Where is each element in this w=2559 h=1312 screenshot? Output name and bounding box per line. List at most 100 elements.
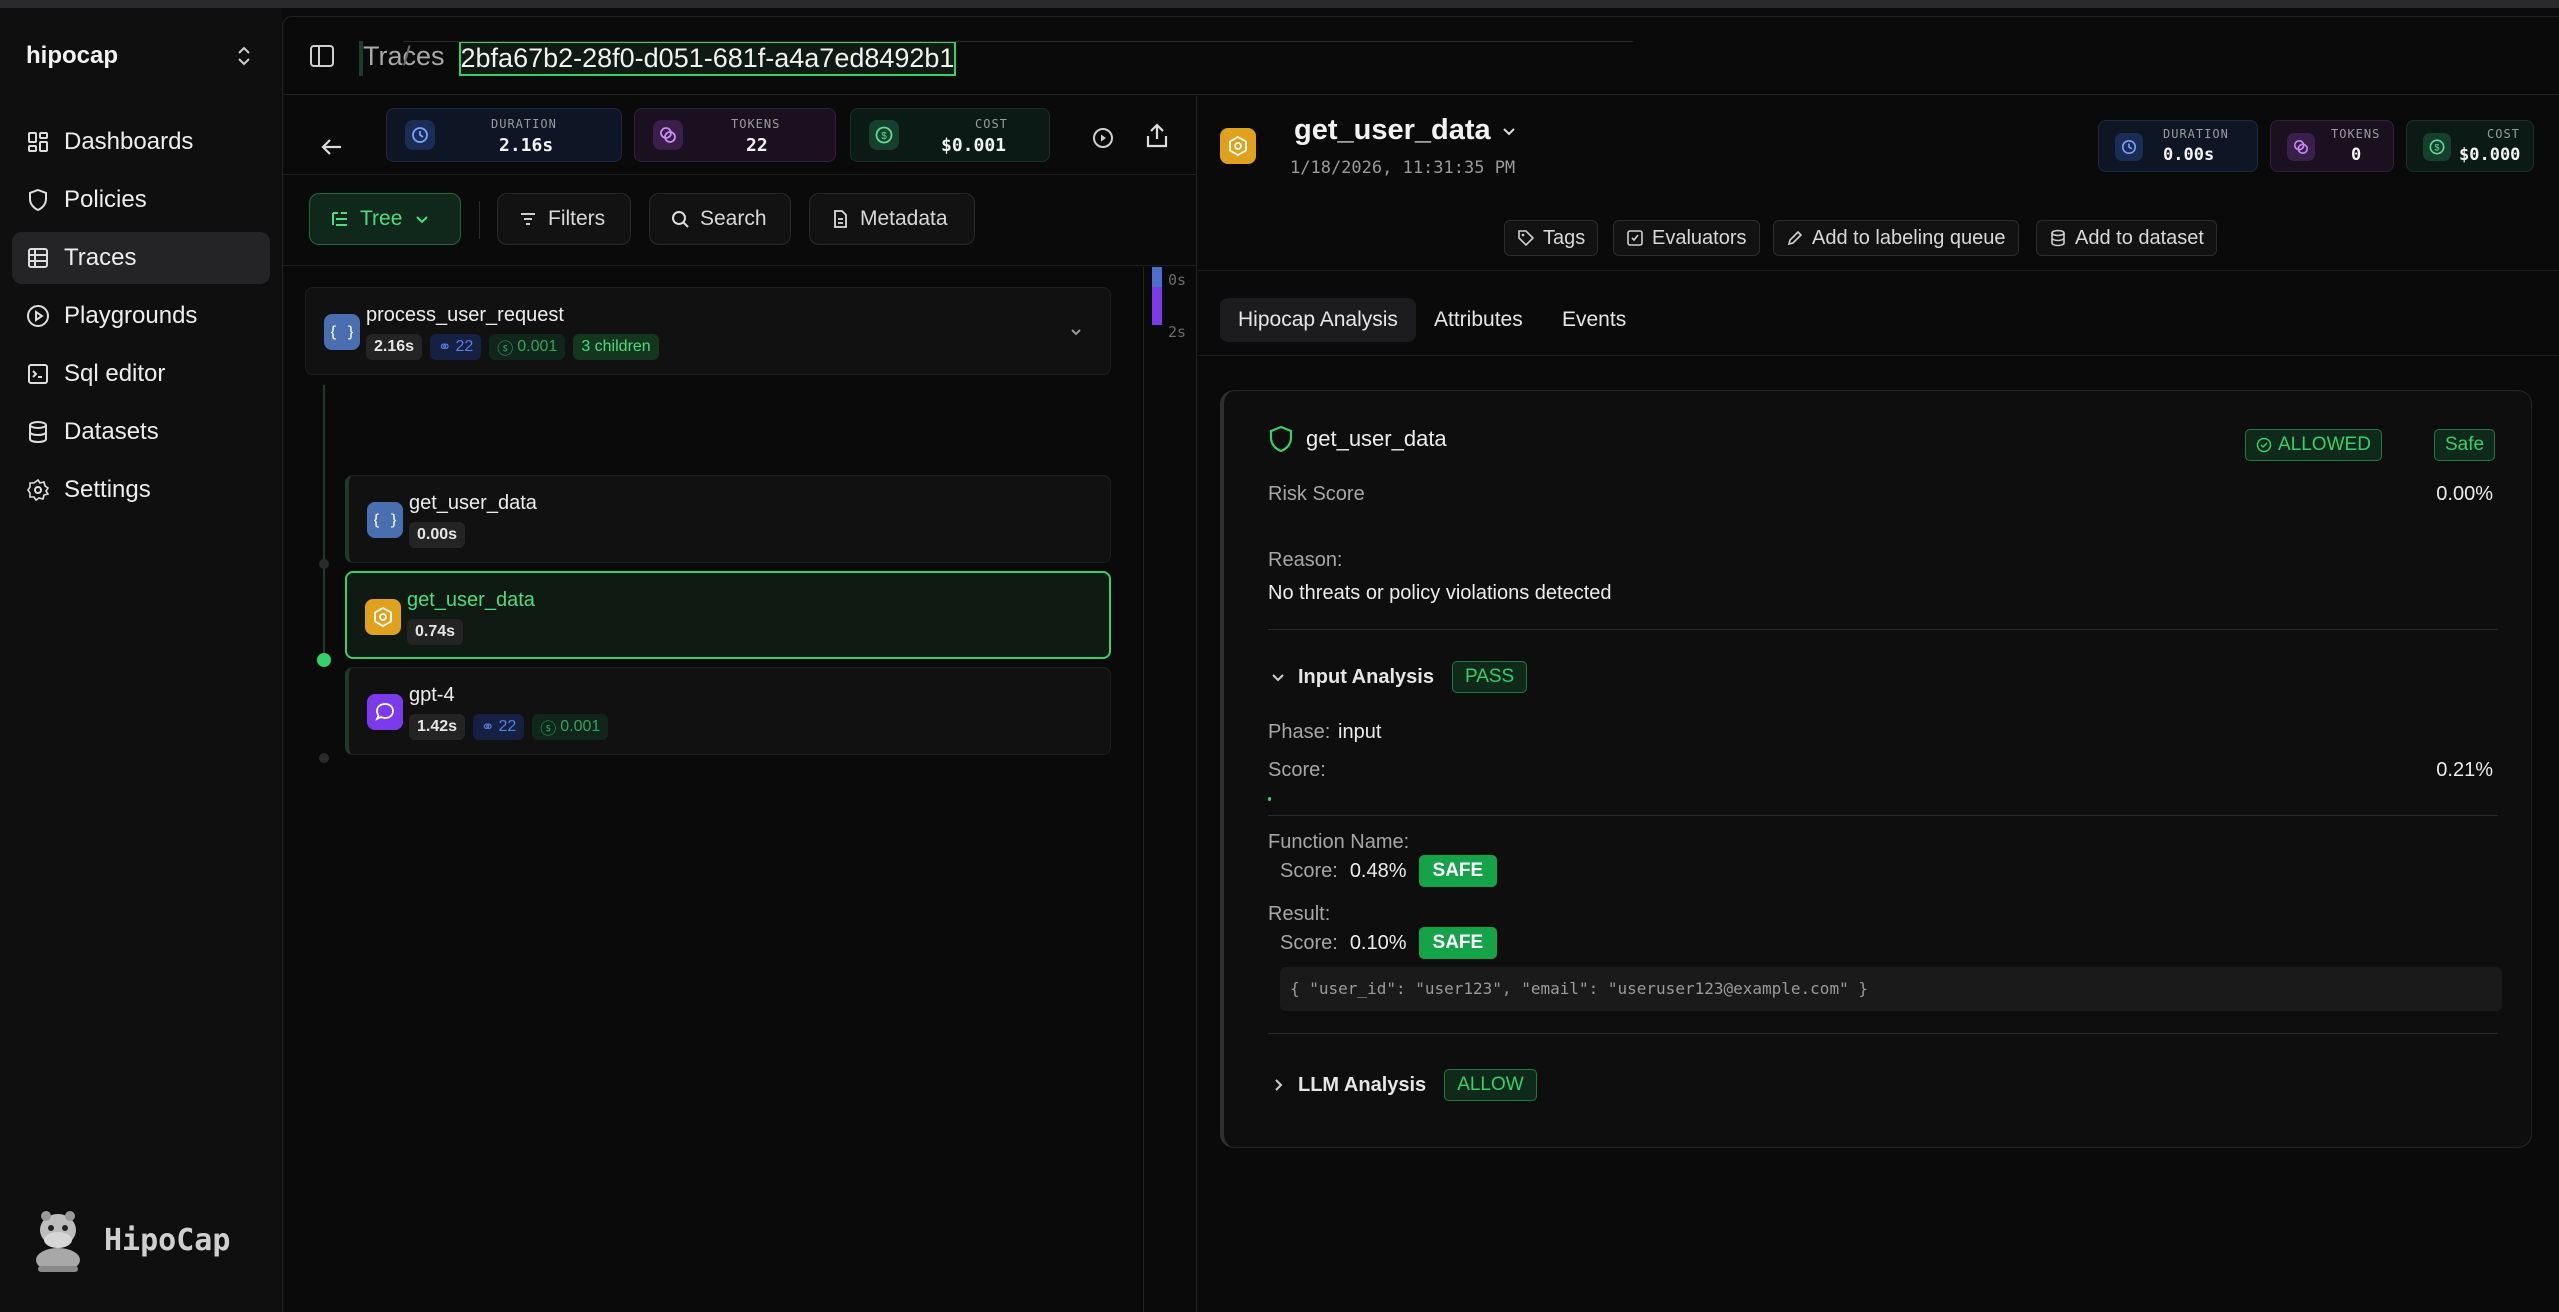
tree-view-button[interactable]: Tree: [309, 193, 461, 245]
sidebar-item-playgrounds[interactable]: Playgrounds: [12, 290, 270, 342]
safe-badge: SAFE: [1418, 927, 1498, 959]
dollar-icon: $: [2423, 133, 2451, 161]
coins-icon: ⚭: [438, 339, 452, 356]
search-button[interactable]: Search: [649, 193, 791, 245]
llm-analysis-header[interactable]: LLM Analysis ALLOW: [1268, 1069, 1537, 1101]
svg-text:$: $: [2435, 143, 2440, 153]
clock-icon: [2115, 133, 2143, 161]
metadata-button[interactable]: Metadata: [809, 193, 975, 245]
span-title[interactable]: get_user_data: [1294, 114, 1519, 147]
back-arrow-icon[interactable]: [319, 134, 345, 160]
stat-value: 0: [2351, 145, 2362, 165]
add-to-labeling-queue-button[interactable]: Add to labeling queue: [1773, 220, 2019, 256]
sidebar-item-dashboards[interactable]: Dashboards: [12, 116, 270, 168]
input-score-fill: [1268, 797, 1271, 801]
sidebar-item-label: Datasets: [64, 418, 159, 445]
span-tokens-value: 22: [455, 338, 474, 355]
input-analysis-title: Input Analysis: [1298, 665, 1434, 688]
input-analysis-header[interactable]: Input Analysis PASS: [1268, 661, 1528, 693]
span-name: get_user_data: [407, 589, 535, 611]
span-duration: 0.74s: [407, 619, 464, 645]
add-to-labeling-queue-label: Add to labeling queue: [1812, 226, 2006, 249]
dashboard-icon: [28, 132, 48, 152]
analysis-card: get_user_data ALLOWED Safe Risk Score 0.…: [1220, 390, 2532, 1148]
tags-label: Tags: [1543, 226, 1586, 249]
sidebar-item-label: Dashboards: [64, 128, 194, 155]
sidebar-item-datasets[interactable]: Datasets: [12, 406, 270, 458]
stat-label: COST: [2487, 127, 2520, 141]
span-tokens: ⚭ 22: [473, 714, 525, 740]
tree-node-dot: [319, 753, 329, 763]
phase-value: input: [1338, 721, 1382, 743]
filters-button[interactable]: Filters: [497, 193, 631, 245]
span-row-get-user-data-2-selected[interactable]: get_user_data 0.74s: [345, 571, 1111, 659]
svg-text:$: $: [881, 131, 887, 142]
risk-score-label: Risk Score: [1268, 483, 1365, 505]
span-row-gpt-4[interactable]: gpt-4 1.42s ⚭ 22 ⓢ 0.001: [345, 667, 1111, 755]
safety-badge: Safe: [2434, 429, 2496, 461]
sidebar-item-settings[interactable]: Settings: [12, 464, 270, 516]
sidebar-item-traces[interactable]: Traces: [12, 232, 270, 284]
span-meta: 0.74s: [407, 619, 464, 645]
analysis-function-name: get_user_data: [1306, 426, 1447, 451]
result-json: { "user_id": "user123", "email": "userus…: [1280, 967, 2502, 1011]
play-icon: [27, 305, 49, 327]
tool-hexagon-icon: [365, 599, 401, 635]
svg-text:{ }: { }: [331, 323, 353, 341]
filters-label: Filters: [548, 207, 606, 230]
span-meta: 0.00s: [409, 522, 466, 548]
shield-icon: [29, 188, 47, 212]
panel-toggle-icon[interactable]: [309, 43, 335, 69]
span-duration-stat: DURATION 0.00s: [2098, 120, 2258, 172]
chevron-updown-icon[interactable]: [232, 42, 256, 70]
tab-events[interactable]: Events: [1544, 298, 1644, 342]
span-name: gpt-4: [409, 684, 455, 706]
document-icon: [834, 210, 847, 228]
evaluators-button[interactable]: Evaluators: [1613, 220, 1760, 256]
dollar-icon: $: [869, 120, 899, 150]
search-label: Search: [700, 207, 767, 230]
divider: [1268, 815, 2498, 816]
span-cost: ⓢ 0.001: [489, 334, 566, 360]
analysis-title: get_user_data: [1268, 425, 1447, 453]
tags-button[interactable]: Tags: [1504, 220, 1599, 256]
llm-analysis-title: LLM Analysis: [1298, 1073, 1427, 1096]
span-name: process_user_request: [366, 304, 564, 326]
tree-node-dot-active: [317, 653, 331, 667]
span-cost-value: 0.001: [560, 718, 601, 735]
sidebar-item-policies[interactable]: Policies: [12, 174, 270, 226]
tab-attributes[interactable]: Attributes: [1416, 298, 1541, 342]
trace-tokens-stat: TOKENS 22: [634, 108, 836, 162]
sidebar-item-sql-editor[interactable]: Sql editor: [12, 348, 270, 400]
tag-icon: [1518, 230, 1535, 247]
workspace-name: hipocap: [26, 42, 119, 69]
page-header: Traces / 2bfa67b2-28f0-d051-681f-a4a7ed8…: [283, 17, 2559, 95]
score-label: Score:: [1280, 859, 1338, 882]
chevron-down-icon[interactable]: [1066, 322, 1086, 342]
timeline-bar: [1152, 267, 1162, 287]
tab-hipocap-analysis[interactable]: Hipocap Analysis: [1220, 298, 1416, 342]
code-braces-icon: { }: [324, 314, 360, 350]
divider: [1268, 629, 2498, 630]
terminal-icon: [28, 364, 48, 384]
check-circle-icon: [2256, 437, 2272, 453]
reason-text: No threats or policy violations detected: [1268, 582, 1612, 604]
timeline-start-label: 0s: [1168, 271, 1187, 289]
evaluators-label: Evaluators: [1652, 226, 1747, 249]
timeline-end-label: 2s: [1168, 323, 1187, 341]
add-to-dataset-button[interactable]: Add to dataset: [2036, 220, 2217, 256]
span-row-get-user-data-1[interactable]: { } get_user_data 0.00s: [345, 475, 1111, 563]
play-circle-icon[interactable]: [1091, 126, 1115, 150]
span-cost-stat: $ COST $0.000: [2406, 120, 2534, 172]
metadata-label: Metadata: [860, 207, 948, 230]
stat-label: COST: [975, 117, 1008, 131]
stat-label: DURATION: [2163, 127, 2229, 141]
span-cost-value: 0.001: [517, 338, 558, 355]
span-cost: ⓢ 0.001: [532, 714, 609, 740]
status-badge: ALLOWED: [2245, 429, 2382, 461]
span-row-root[interactable]: { } process_user_request 2.16s ⚭22 ⓢ0.00…: [305, 287, 1111, 375]
list-icon: [28, 248, 48, 268]
brand-name: HipoCap: [104, 1222, 231, 1258]
breadcrumb-traces[interactable]: Traces: [359, 41, 445, 76]
share-icon[interactable]: [1143, 122, 1171, 150]
